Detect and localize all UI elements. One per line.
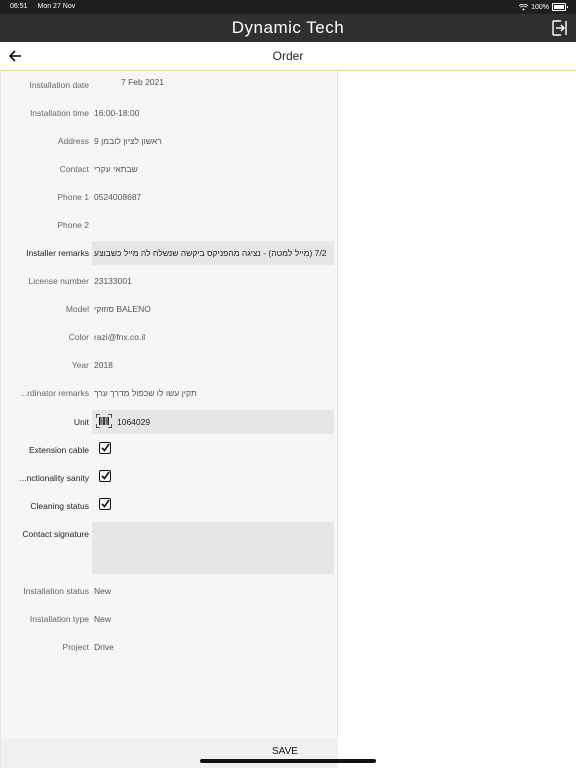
model-label: Model <box>65 304 89 314</box>
field-project: Project Drive <box>1 635 339 659</box>
field-phone-2: Phone 2 <box>1 213 339 237</box>
app-title: Dynamic Tech <box>231 18 345 37</box>
functionality-sanity-checkbox[interactable] <box>99 470 111 482</box>
field-extension-cable: Extension cable <box>1 438 339 462</box>
cleaning-status-checkbox[interactable] <box>99 498 111 510</box>
coordinator-remarks-label: ...rdinator remarks <box>20 388 89 398</box>
field-installation-date: Installation date 7 Feb 2021 <box>1 73 339 97</box>
color-label: Color <box>68 332 89 342</box>
license-number-label: License number <box>28 276 89 286</box>
status-bar: 06:51 Mon 27 Nov 100% <box>0 0 576 14</box>
field-installation-time: Installation time 16:00-18:00 <box>1 101 339 125</box>
year-label: Year <box>71 360 89 370</box>
wifi-icon <box>519 3 529 11</box>
phone-1-value[interactable]: 0524008687 <box>94 192 334 202</box>
field-color: Color razi@fnx.co.il <box>1 325 339 349</box>
license-number-value[interactable]: 23133001 <box>94 276 334 286</box>
checkmark-icon <box>101 499 110 508</box>
model-value[interactable]: סוזוקי BALENO <box>94 304 334 314</box>
address-value[interactable]: ראשון לציון לובמן 9 <box>94 136 334 146</box>
status-date: Mon 27 Nov <box>37 3 76 10</box>
cleaning-status-label: Cleaning status <box>30 501 89 511</box>
field-year: Year 2018 <box>1 353 339 377</box>
functionality-sanity-label: ...nctionality sanity <box>19 473 89 483</box>
page-title: Order <box>272 49 304 63</box>
coordinator-remarks-value[interactable]: תקין עשו לו שכפול מדרך ערך <box>94 388 334 398</box>
field-functionality-sanity: ...nctionality sanity <box>1 466 339 490</box>
installation-time-label: Installation time <box>29 108 89 118</box>
unit-value: 1064029 <box>117 417 151 427</box>
detail-panel <box>338 71 576 768</box>
project-value[interactable]: Drive <box>94 642 334 652</box>
field-phone-1: Phone 1 0524008687 <box>1 185 339 209</box>
field-contact: Contact שבתאי עקרי <box>1 157 339 181</box>
home-indicator[interactable] <box>200 759 376 763</box>
field-cleaning-status: Cleaning status <box>1 494 339 518</box>
field-address: Address ראשון לציון לובמן 9 <box>1 129 339 153</box>
contact-signature-label: Contact signature <box>22 529 89 539</box>
field-installation-type: Installation type New <box>1 607 339 631</box>
save-button[interactable]: SAVE <box>272 746 298 757</box>
field-license-number: License number 23133001 <box>1 269 339 293</box>
status-time: 06:51 <box>10 3 28 10</box>
installation-time-value[interactable]: 16:00-18:00 <box>94 108 334 118</box>
barcode-scan-icon[interactable] <box>96 414 112 428</box>
app-bar: Dynamic Tech <box>0 14 576 42</box>
year-value[interactable]: 2018 <box>94 360 334 370</box>
installation-status-value[interactable]: New <box>94 586 334 596</box>
battery-percent: 100% <box>531 3 549 11</box>
address-label: Address <box>57 136 89 146</box>
color-value[interactable]: razi@fnx.co.il <box>94 332 334 342</box>
phone-2-label: Phone 2 <box>57 220 89 230</box>
installer-remarks-value: 7/2 (מייל למטה) - נציגה מהפניקס ביקשה שנ… <box>94 248 327 258</box>
installation-status-label: Installation status <box>23 586 89 596</box>
logout-icon[interactable] <box>552 20 568 36</box>
field-model: Model סוזוקי BALENO <box>1 297 339 321</box>
field-installation-status: Installation status New <box>1 579 339 603</box>
checkmark-icon <box>101 471 110 480</box>
field-coordinator-remarks: ...rdinator remarks תקין עשו לו שכפול מד… <box>1 381 339 405</box>
installer-remarks-label: Installer remarks <box>26 248 89 258</box>
installation-type-label: Installation type <box>29 614 89 624</box>
phone-1-label: Phone 1 <box>57 192 89 202</box>
installation-date-label: Installation date <box>29 80 89 90</box>
extension-cable-checkbox[interactable] <box>99 442 111 454</box>
save-bar: SAVE <box>1 739 339 768</box>
contact-label: Contact <box>59 164 89 174</box>
installation-type-value[interactable]: New <box>94 614 334 624</box>
installer-remarks-input[interactable]: 7/2 (מייל למטה) - נציגה מהפניקס ביקשה שנ… <box>92 241 334 265</box>
checkmark-icon <box>101 443 110 452</box>
order-form: Installation date 7 Feb 2021 Installatio… <box>0 71 339 768</box>
installation-date-value[interactable]: 7 Feb 2021 <box>121 77 361 87</box>
contact-value[interactable]: שבתאי עקרי <box>94 164 334 174</box>
field-installer-remarks: Installer remarks 7/2 (מייל למטה) - נציג… <box>1 241 339 265</box>
unit-label: Unit <box>73 417 89 427</box>
battery-icon <box>552 3 568 11</box>
unit-input[interactable]: 1064029 <box>92 410 334 434</box>
field-unit: Unit 1064029 <box>1 410 339 434</box>
project-label: Project <box>62 642 89 652</box>
nav-bar: Order <box>0 42 576 71</box>
extension-cable-label: Extension cable <box>28 445 89 455</box>
signature-pad[interactable] <box>92 522 334 574</box>
